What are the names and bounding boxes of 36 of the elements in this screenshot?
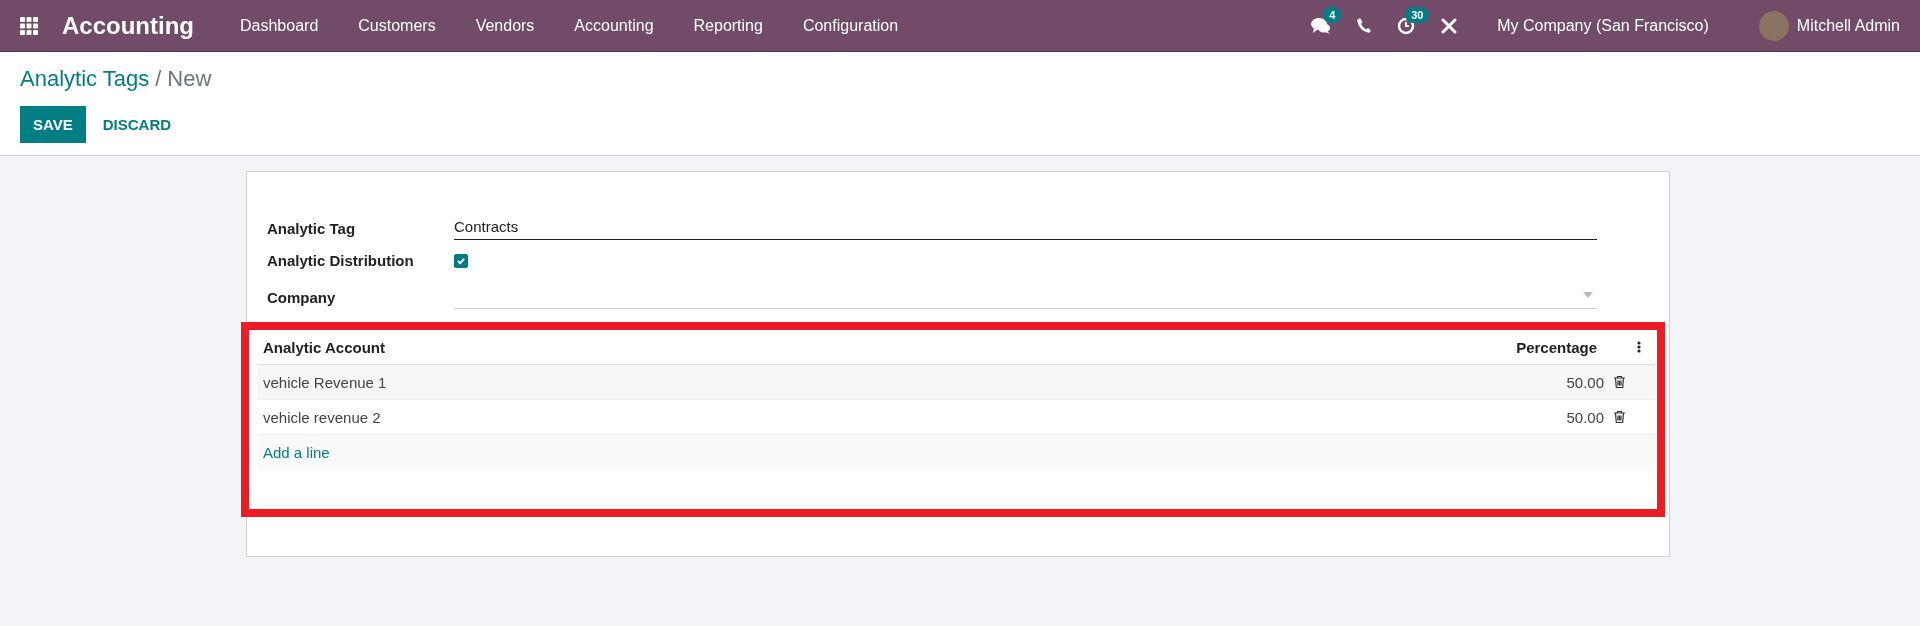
field-label: Analytic Distribution bbox=[267, 252, 415, 271]
column-header[interactable]: Analytic Account bbox=[263, 338, 1517, 356]
company-switcher[interactable]: My Company (San Francisco) bbox=[1497, 16, 1709, 35]
kebab-menu-icon[interactable] bbox=[1637, 341, 1641, 353]
field-label: Analytic Tag bbox=[267, 220, 357, 239]
input-field[interactable]: Contracts bbox=[454, 218, 1597, 240]
menu-item[interactable]: Vendors bbox=[475, 16, 535, 35]
discard-button[interactable]: DISCARD bbox=[89, 106, 185, 143]
menu-item[interactable]: Accounting bbox=[574, 16, 654, 35]
menu-item[interactable]: Customers bbox=[358, 16, 436, 35]
breadcrumb-separator: / bbox=[155, 66, 162, 92]
add-line-link[interactable]: Add a line bbox=[263, 443, 330, 461]
column-header[interactable]: Percentage bbox=[1516, 338, 1597, 356]
user-menu[interactable]: Mitchell Admin bbox=[1796, 16, 1900, 35]
breadcrumb-link[interactable]: Analytic Tags bbox=[20, 66, 150, 92]
caret-icon bbox=[1583, 292, 1593, 298]
table-cell: 50.00 bbox=[1566, 373, 1604, 391]
table-cell-text: vehicle revenue 2 bbox=[263, 408, 382, 426]
app-title[interactable]: Accounting bbox=[62, 11, 194, 40]
notification-badge: 4 bbox=[1323, 6, 1342, 23]
activity-badge: 30 bbox=[1405, 6, 1430, 23]
save-button[interactable]: SAVE bbox=[20, 106, 86, 143]
app-grid-icon[interactable] bbox=[20, 16, 38, 35]
checkbox[interactable] bbox=[454, 254, 468, 268]
breadcrumb-current: New bbox=[167, 66, 212, 92]
phone-icon[interactable] bbox=[1357, 18, 1372, 33]
menu-item[interactable]: Reporting bbox=[693, 16, 763, 35]
table-row[interactable]: vehicle Revenue 1 50.00 bbox=[257, 365, 1655, 400]
check-icon bbox=[456, 256, 466, 266]
field-label: Company bbox=[267, 289, 337, 308]
table-cell-text: vehicle Revenue 1 bbox=[263, 373, 388, 391]
trash-icon[interactable] bbox=[1614, 411, 1625, 423]
menu-item[interactable]: Dashboard bbox=[240, 16, 319, 35]
menu-item[interactable]: Configuration bbox=[802, 16, 899, 35]
trash-icon[interactable] bbox=[1614, 376, 1625, 388]
table-cell: 50.00 bbox=[1566, 408, 1604, 426]
